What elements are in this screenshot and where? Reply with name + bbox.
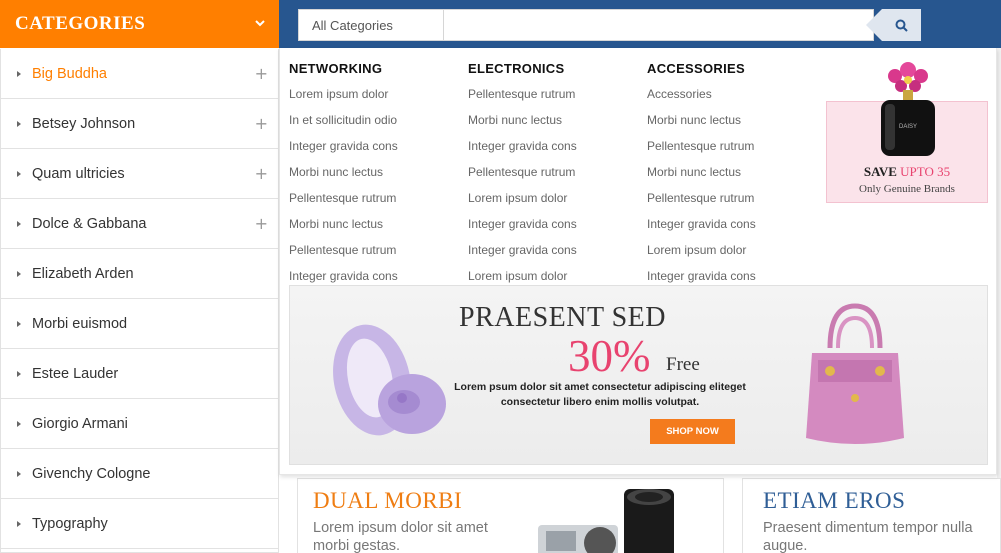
bottle-label: DAISY xyxy=(899,124,917,130)
menu-link[interactable]: Pellentesque rutrum xyxy=(289,240,459,266)
banner-free: Free xyxy=(666,354,700,375)
sidebar-item-label: Quam ultricies xyxy=(32,165,125,182)
caret-right-icon xyxy=(17,170,21,177)
categories-header[interactable]: CATEGORIES xyxy=(0,0,279,48)
menu-link[interactable]: Morbi nunc lectus xyxy=(647,162,817,188)
expand-plus-icon[interactable]: + xyxy=(255,114,268,133)
sidebar-item-elizabeth-arden[interactable]: Elizabeth Arden xyxy=(1,249,278,299)
caret-right-icon xyxy=(17,70,21,77)
perfume-promo[interactable]: DAISY SAVE UPTO 35 Only Genuine Brands xyxy=(826,62,988,203)
menu-link[interactable]: Pellentesque rutrum xyxy=(468,84,638,110)
menu-link[interactable]: Accessories xyxy=(647,84,817,110)
caret-right-icon xyxy=(17,370,21,377)
caret-right-icon xyxy=(17,220,21,227)
menu-link[interactable]: Morbi nunc lectus xyxy=(289,214,459,240)
ballet-shoes-image xyxy=(333,324,446,436)
menu-link[interactable]: Integer gravida cons xyxy=(468,136,638,162)
sidebar-item-label: Betsey Johnson xyxy=(32,115,136,132)
chevron-down-icon[interactable] xyxy=(251,14,269,32)
block-title: DUAL MORBI xyxy=(313,488,463,513)
sidebar-item-givenchy-cologne[interactable]: Givenchy Cologne xyxy=(1,449,278,499)
block-text: Praesent dimentum tempor nulla augue. xyxy=(763,520,973,553)
content-block-etiam-eros: ETIAM EROS Praesent dimentum tempor null… xyxy=(742,478,1001,553)
menu-link[interactable]: Lorem ipsum dolor xyxy=(647,240,817,266)
menu-link[interactable]: Lorem ipsum dolor xyxy=(468,188,638,214)
menu-column-accessories: ACCESSORIES Accessories Morbi nunc lectu… xyxy=(647,61,817,292)
sidebar-item-estee-lauder[interactable]: Estee Lauder xyxy=(1,349,278,399)
menu-link[interactable]: Pellentesque rutrum xyxy=(289,188,459,214)
sale-banner[interactable]: PRAESENT SED 30% Free Lorem psum dolor s… xyxy=(289,285,988,465)
camera-image xyxy=(538,489,674,553)
perfume-bottle-image: DAISY xyxy=(881,62,935,156)
sidebar-item-label: Giorgio Armani xyxy=(32,415,128,432)
content-block-dual-morbi: DUAL MORBI Lorem ipsum dolor sit amet mo… xyxy=(297,478,724,553)
mega-menu: NETWORKING Lorem ipsum dolor In et solli… xyxy=(279,48,997,475)
search-category-select[interactable]: All Categories xyxy=(298,9,444,41)
menu-column-networking: NETWORKING Lorem ipsum dolor In et solli… xyxy=(289,61,459,292)
column-heading: ACCESSORIES xyxy=(647,61,745,76)
menu-link[interactable]: Integer gravida cons xyxy=(468,240,638,266)
sidebar-item-label: Typography xyxy=(32,515,108,532)
sidebar-item-dolce-gabbana[interactable]: Dolce & Gabbana + xyxy=(1,199,278,249)
sidebar-item-giorgio-armani[interactable]: Giorgio Armani xyxy=(1,399,278,449)
menu-link[interactable]: In et sollicitudin odio xyxy=(289,110,459,136)
block-title: ETIAM EROS xyxy=(763,488,906,513)
caret-right-icon xyxy=(17,120,21,127)
caret-right-icon xyxy=(17,270,21,277)
block-text: Lorem ipsum dolor sit amet morbi gestas. xyxy=(313,520,488,553)
caret-right-icon xyxy=(17,420,21,427)
banner-description: Lorem psum dolor sit amet consectetur ad… xyxy=(454,381,746,408)
sidebar-item-label: Morbi euismod xyxy=(32,315,128,332)
handbag-image xyxy=(806,303,904,444)
search-input[interactable] xyxy=(444,9,874,41)
caret-right-icon xyxy=(17,320,21,327)
caret-right-icon xyxy=(17,470,21,477)
menu-link[interactable]: Morbi nunc lectus xyxy=(647,110,817,136)
menu-link[interactable]: Pellentesque rutrum xyxy=(647,188,817,214)
column-heading: ELECTRONICS xyxy=(468,61,565,76)
sidebar-item-morbi-euismod[interactable]: Morbi euismod xyxy=(1,299,278,349)
promo-save-text: SAVE xyxy=(863,164,897,179)
menu-link[interactable]: Pellentesque rutrum xyxy=(647,136,817,162)
sidebar-item-betsey-johnson[interactable]: Betsey Johnson + xyxy=(1,99,278,149)
banner-percent: 30% xyxy=(568,331,651,381)
menu-link[interactable]: Morbi nunc lectus xyxy=(289,162,459,188)
sidebar-item-label: Dolce & Gabbana xyxy=(32,215,147,232)
sidebar-item-label: Givenchy Cologne xyxy=(32,465,151,482)
sidebar-item-label: Elizabeth Arden xyxy=(32,265,134,282)
promo-save-highlight: UPTO 35 xyxy=(900,164,951,179)
sidebar-item-label: Estee Lauder xyxy=(32,365,119,382)
category-sidebar: Big Buddha + Betsey Johnson + Quam ultrici… xyxy=(0,49,279,553)
expand-plus-icon[interactable]: + xyxy=(255,164,268,183)
menu-link[interactable]: Integer gravida cons xyxy=(647,214,817,240)
sidebar-item-quam-ultricies[interactable]: Quam ultricies + xyxy=(1,149,278,199)
categories-title: CATEGORIES xyxy=(15,13,146,34)
sidebar-item-label: Big Buddha xyxy=(32,65,107,82)
search-icon xyxy=(895,19,908,32)
background-edge xyxy=(997,48,1001,478)
promo-subtitle: Only Genuine Brands xyxy=(859,183,955,195)
caret-right-icon xyxy=(17,520,21,527)
sidebar-item-typography[interactable]: Typography xyxy=(1,499,278,549)
expand-plus-icon[interactable]: + xyxy=(255,214,268,233)
menu-column-electronics: ELECTRONICS Pellentesque rutrum Morbi nu… xyxy=(468,61,638,292)
column-heading: NETWORKING xyxy=(289,61,383,76)
expand-plus-icon[interactable]: + xyxy=(255,64,268,83)
menu-link[interactable]: Integer gravida cons xyxy=(289,136,459,162)
sidebar-item-big-buddha[interactable]: Big Buddha + xyxy=(1,49,278,99)
menu-link[interactable]: Morbi nunc lectus xyxy=(468,110,638,136)
promo-save: SAVE UPTO 35 xyxy=(827,164,987,180)
menu-link[interactable]: Lorem ipsum dolor xyxy=(289,84,459,110)
menu-link[interactable]: Integer gravida cons xyxy=(468,214,638,240)
menu-link[interactable]: Pellentesque rutrum xyxy=(468,162,638,188)
shop-now-button[interactable]: SHOP NOW xyxy=(650,419,735,444)
